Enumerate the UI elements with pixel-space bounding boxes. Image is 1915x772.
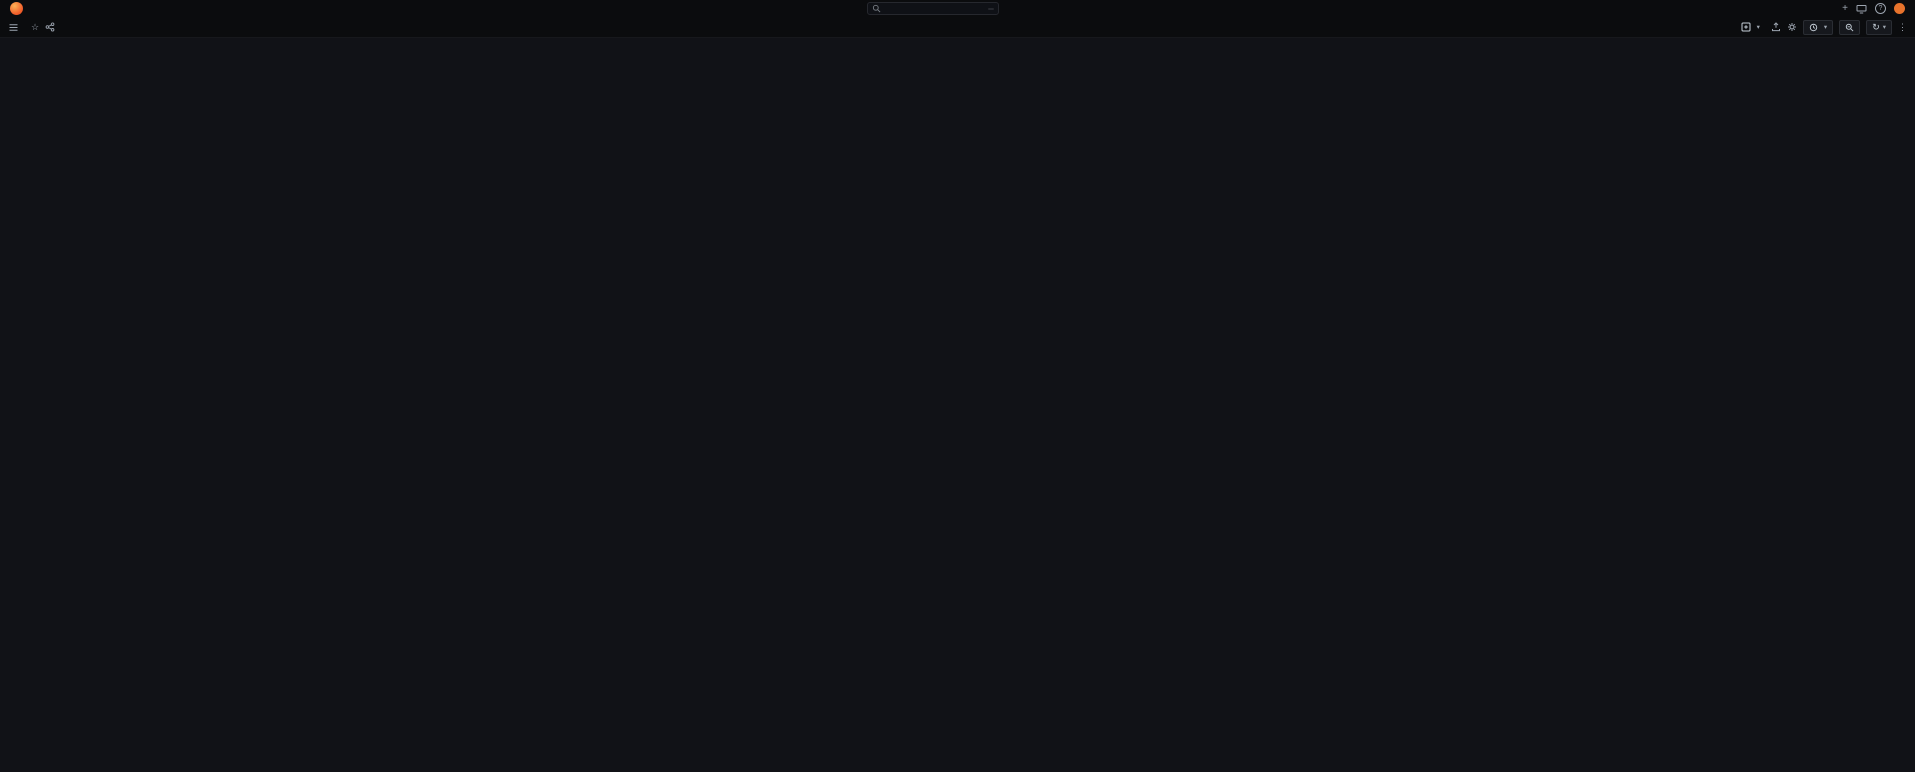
grafana-logo[interactable] (10, 2, 23, 15)
add-button[interactable]: ▾ (1736, 20, 1765, 35)
panel-add-icon (1741, 22, 1751, 32)
kebab-menu-icon[interactable]: ⋮ (1898, 22, 1907, 33)
dashboard-canvas (0, 68, 1915, 70)
dashboard-nav-row: ☆ ▾ ▾ ↻ ▾ ⋮ (0, 17, 1915, 38)
monitor-icon[interactable] (1856, 4, 1867, 14)
search-shortcut-badge (987, 7, 994, 10)
clock-icon (1809, 23, 1818, 31)
plus-icon[interactable]: + (1842, 3, 1848, 14)
dashboard-controls (0, 38, 1915, 68)
chevron-down-icon: ▾ (1756, 24, 1760, 31)
refresh-icon: ↻ (1872, 21, 1880, 32)
export-icon[interactable] (1771, 22, 1781, 32)
time-range-picker[interactable]: ▾ (1802, 19, 1834, 35)
search-input[interactable] (866, 2, 999, 15)
refresh-button[interactable]: ↻ ▾ (1866, 19, 1892, 35)
help-icon[interactable]: ? (1875, 3, 1886, 14)
main-topbar: + ? (0, 0, 1915, 17)
favorite-star-icon[interactable]: ☆ (31, 22, 39, 33)
menu-icon[interactable] (8, 22, 19, 33)
share-icon[interactable] (45, 22, 55, 32)
settings-gear-icon[interactable] (1787, 22, 1797, 32)
chevron-down-icon: ▾ (1823, 24, 1828, 31)
avatar[interactable] (1894, 3, 1905, 14)
zoom-out-button[interactable] (1839, 19, 1861, 35)
zoom-out-icon (1845, 23, 1854, 31)
chevron-down-icon: ▾ (1882, 24, 1886, 31)
search-icon (872, 4, 880, 13)
